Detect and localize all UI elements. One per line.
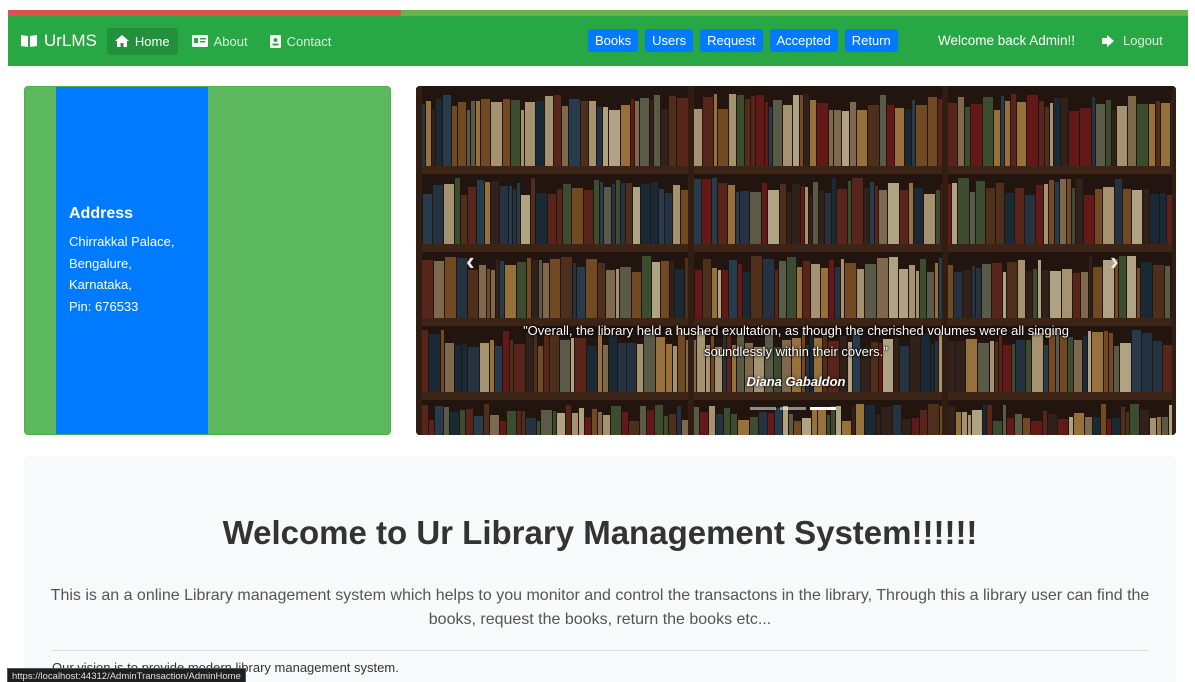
carousel-indicator[interactable]	[780, 407, 806, 410]
users-button[interactable]: Users	[645, 29, 694, 52]
nav-about-label: About	[213, 33, 248, 49]
contact-icon	[269, 34, 281, 48]
intro-text: This is an a online Library management s…	[50, 587, 1150, 628]
divider	[52, 650, 1148, 651]
nav-contact[interactable]: Contact	[262, 28, 340, 55]
carousel-indicator[interactable]	[810, 407, 836, 410]
address-line: Pin: 676533	[69, 298, 139, 314]
quote-carousel: ‹ › "Overall, the library held a hushed …	[416, 86, 1176, 435]
chevron-left-icon: ‹	[466, 246, 475, 276]
address-line: Bengalure,	[69, 255, 132, 271]
nav-contact-label: Contact	[286, 33, 332, 49]
carousel-indicator[interactable]	[750, 407, 776, 410]
nav-home[interactable]: Home	[106, 27, 178, 55]
address-panel: Address Chirrakkal Palace, Bengalure, Ka…	[56, 87, 208, 434]
address-title: Address	[69, 205, 134, 222]
return-button[interactable]: Return	[844, 29, 898, 52]
welcome-jumbotron: Welcome to Ur Library Management System!…	[24, 456, 1176, 682]
carousel-indicators	[750, 407, 840, 410]
book-open-icon	[21, 35, 37, 47]
address-card: Address Chirrakkal Palace, Bengalure, Ka…	[24, 86, 391, 435]
address-line: Karnataka,	[69, 277, 132, 292]
carousel-quote: "Overall, the library held a hushed exul…	[523, 323, 1069, 359]
browser-status-url: https://localhost:44312/AdminTransaction…	[7, 668, 246, 682]
carousel-quote-author: Diana Gabaldon	[746, 374, 846, 389]
sign-out-icon	[1102, 34, 1114, 47]
brand-name: UrLMS	[44, 31, 97, 50]
nav-home-label: Home	[134, 33, 170, 49]
id-card-icon	[191, 35, 208, 47]
logout-link[interactable]: Logout	[1102, 28, 1163, 53]
chevron-right-icon: ›	[1110, 246, 1119, 276]
page-title: Welcome to Ur Library Management System!…	[222, 514, 978, 551]
page: UrLMS Home About Contact Books Users Req…	[0, 0, 1195, 682]
request-button[interactable]: Request	[700, 29, 763, 52]
navbar: UrLMS Home About Contact Books Users Req…	[8, 16, 1188, 66]
home-icon	[114, 35, 129, 47]
brand-link[interactable]: UrLMS	[20, 31, 97, 51]
carousel-prev-button[interactable]: ‹	[466, 246, 475, 277]
accepted-button[interactable]: Accepted	[769, 29, 838, 52]
nav-about[interactable]: About	[184, 28, 256, 55]
address-line: Chirrakkal Palace,	[69, 234, 175, 249]
admin-nav-buttons: Books Users Request Accepted Return	[588, 29, 905, 52]
books-button[interactable]: Books	[588, 29, 639, 52]
welcome-message: Welcome back Admin!!	[938, 33, 1076, 48]
carousel-next-button[interactable]: ›	[1110, 246, 1119, 277]
logout-label: Logout	[1123, 33, 1163, 48]
